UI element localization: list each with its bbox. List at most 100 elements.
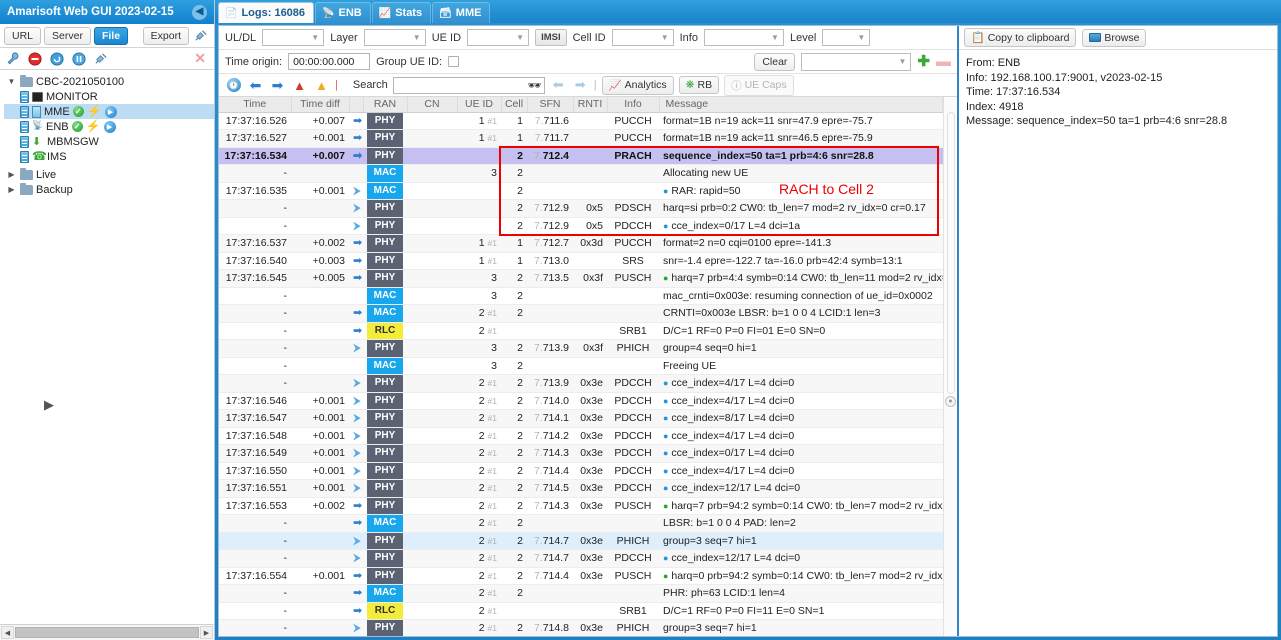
- arrow-right-icon[interactable]: ➡: [269, 77, 286, 94]
- expand-twisty-icon[interactable]: ▶: [6, 170, 17, 179]
- file-button[interactable]: File: [93, 26, 129, 45]
- error-triangle-icon[interactable]: ▲: [291, 77, 308, 94]
- url-button[interactable]: URL: [4, 26, 42, 45]
- binoculars-icon[interactable]: 🕶: [528, 79, 542, 92]
- scroll-right-arrow-icon[interactable]: ▶: [200, 626, 213, 639]
- time-origin-input[interactable]: 00:00:00.000: [288, 53, 371, 70]
- table-row[interactable]: 17:37:16.554 +0.001 ➡ PHY 2 #1 2 7.714.4 0x3e PU…: [219, 567, 943, 585]
- expand-twisty-icon[interactable]: ▼: [6, 77, 17, 86]
- col-ue-id[interactable]: UE ID: [457, 97, 502, 113]
- tree-node-mbmsgw[interactable]: MBMSGW: [4, 134, 214, 149]
- table-row[interactable]: 17:37:16.537 +0.002 ➡ PHY 1 #1 1 7.712.7 0x3d PU…: [219, 234, 943, 253]
- tab-stats[interactable]: 📈 Stats: [371, 2, 432, 23]
- tree-node-enb[interactable]: ENB ✓ ⚡ ▶: [4, 119, 214, 134]
- close-x-icon[interactable]: ✕: [194, 50, 210, 67]
- table-row[interactable]: - ➡ MAC 2 #1 2 PHR: ph=63 LCID:1 len=4: [219, 584, 943, 603]
- info-select[interactable]: ▼: [703, 29, 784, 46]
- table-row[interactable]: - MAC 3 2 Allocating new UE: [219, 164, 943, 183]
- layer-select[interactable]: ▼: [363, 29, 426, 46]
- arrow-left-icon[interactable]: ⬅: [247, 77, 264, 94]
- table-scroll-handle-icon[interactable]: ●: [945, 396, 956, 407]
- table-row[interactable]: 17:37:16.540 +0.003 ➡ PHY 1 #1 1 7.713.0 SRS snr…: [219, 252, 943, 270]
- tree-node-live[interactable]: ▶ Live: [4, 167, 214, 182]
- table-row[interactable]: 17:37:16.550 +0.001 ⮞ PHY 2 #1 2 7.714.4 0x3e PD…: [219, 462, 943, 480]
- table-row[interactable]: - ➡ RLC 2 #1 SRB1 D/C=1 RF=0 P=0 FI=01 E=0 SN…: [219, 322, 943, 340]
- table-row[interactable]: - ⮞ PHY 2 7.712.9 0x5 PDCCH ● cce_index=0/17 L=…: [219, 217, 943, 235]
- col-ran[interactable]: RAN: [363, 97, 408, 113]
- col-sfn[interactable]: SFN: [527, 97, 574, 113]
- table-row[interactable]: 17:37:16.526 +0.007 ➡ PHY 1 #1 1 7.711.6 PUCCH f…: [219, 112, 943, 130]
- table-row[interactable]: 17:37:16.551 +0.001 ⮞ PHY 2 #1 2 7.714.5 0x3e PD…: [219, 479, 943, 498]
- table-row[interactable]: 17:37:16.548 +0.001 ⮞ PHY 2 #1 2 7.714.2 0x3e PD…: [219, 427, 943, 445]
- rb-button[interactable]: ❋ RB: [678, 76, 720, 94]
- server-button[interactable]: Server: [44, 26, 91, 45]
- connector-icon[interactable]: [192, 27, 210, 45]
- preset-select[interactable]: ▼: [801, 52, 912, 71]
- export-button[interactable]: Export: [142, 26, 189, 45]
- tree-node-monitor[interactable]: MONITOR: [4, 89, 214, 104]
- table-row[interactable]: - ⮞ PHY 2 #1 2 7.714.7 0x3e PDCCH ● cce_index=12…: [219, 549, 943, 568]
- group-ueid-checkbox[interactable]: [448, 56, 460, 67]
- table-row[interactable]: - ➡ RLC 2 #1 SRB1 D/C=1 RF=0 P=0 FI=11 E=0 SN…: [219, 602, 943, 620]
- scroll-left-arrow-icon[interactable]: ◀: [1, 626, 14, 639]
- table-row[interactable]: 17:37:16.546 +0.001 ⮞ PHY 2 #1 2 7.714.0 0x3e PD…: [219, 392, 943, 410]
- col-time-diff[interactable]: Time diff: [291, 97, 350, 113]
- scroll-thumb[interactable]: [15, 627, 199, 638]
- cellid-select[interactable]: ▼: [611, 29, 674, 46]
- col-time[interactable]: Time: [219, 97, 292, 113]
- uldl-select[interactable]: ▼: [262, 29, 325, 46]
- tree-node-backup[interactable]: ▶ Backup: [4, 182, 214, 197]
- play-badge-icon[interactable]: ▶: [103, 120, 116, 133]
- table-row[interactable]: 17:37:16.553 +0.002 ➡ PHY 2 #1 2 7.714.3 0x3e PU…: [219, 497, 943, 515]
- col-info[interactable]: Info: [607, 97, 660, 113]
- minus-icon[interactable]: ▬: [936, 54, 951, 69]
- tree-node-mme[interactable]: MME ✓ ⚡ ▶: [4, 104, 214, 119]
- find-next-icon[interactable]: ➡: [572, 77, 589, 94]
- table-row[interactable]: 17:37:16.549 +0.001 ⮞ PHY 2 #1 2 7.714.3 0x3e PD…: [219, 444, 943, 463]
- pause-icon[interactable]: [70, 50, 88, 68]
- col-message[interactable]: Message: [659, 97, 943, 113]
- tree-node-cbc[interactable]: ▼ CBC-2021050100: [4, 74, 214, 89]
- col-cell[interactable]: Cell: [501, 97, 528, 113]
- table-row[interactable]: 17:37:16.534 +0.007 ➡ PHY 2 7.712.4 PRACH seque…: [219, 147, 943, 165]
- table-row[interactable]: - ➡ MAC 2 #1 2 LBSR: b=1 0 0 4 PAD: len=2: [219, 514, 943, 533]
- tab-enb[interactable]: 📡 ENB: [315, 2, 371, 23]
- tab-mme[interactable]: 🗃 MME: [432, 2, 491, 23]
- wrench-icon[interactable]: [4, 50, 22, 68]
- find-prev-icon[interactable]: ⬅: [550, 77, 567, 94]
- connector-icon[interactable]: [92, 50, 110, 68]
- table-row[interactable]: 17:37:16.547 +0.001 ⮞ PHY 2 #1 2 7.714.1 0x3e PD…: [219, 409, 943, 428]
- imsi-button[interactable]: IMSI: [535, 29, 567, 46]
- table-row[interactable]: 17:37:16.545 +0.005 ➡ PHY 3 2 7.713.5 0x3f PUSCH…: [219, 269, 943, 288]
- level-select[interactable]: ▼: [822, 29, 871, 46]
- table-row[interactable]: 17:37:16.527 +0.001 ➡ PHY 1 #1 1 7.711.7 PUCCH f…: [219, 129, 943, 148]
- stop-icon[interactable]: [26, 50, 44, 68]
- col-direction[interactable]: [349, 97, 364, 113]
- ue-caps-button[interactable]: ⓘ UE Caps: [724, 74, 794, 96]
- clock-icon[interactable]: 🕐: [225, 77, 242, 94]
- table-row[interactable]: - MAC 3 2 Freeing UE: [219, 357, 943, 375]
- search-input[interactable]: 🕶: [392, 76, 545, 94]
- left-panel-hscrollbar[interactable]: ◀ ▶: [0, 624, 214, 640]
- plus-icon[interactable]: ✚: [917, 54, 930, 69]
- clear-button[interactable]: Clear: [754, 52, 796, 71]
- table-vertical-scrollbar[interactable]: ●: [943, 97, 957, 636]
- table-row[interactable]: - ➡ MAC 2 #1 2 CRNTI=0x003e LBSR: b=1 0 0 4 L…: [219, 304, 943, 323]
- refresh-icon[interactable]: [48, 50, 66, 68]
- table-row[interactable]: - ⮞ PHY 2 7.712.9 0x5 PDSCH harq=si prb=0:2 CW0…: [219, 199, 943, 218]
- play-badge-icon[interactable]: ▶: [104, 105, 117, 118]
- col-rnti[interactable]: RNTI: [573, 97, 608, 113]
- table-row[interactable]: - ⮞ PHY 2 #1 2 7.713.9 0x3e PDCCH ● cce_index=4/…: [219, 374, 943, 393]
- ueid-select[interactable]: ▼: [467, 29, 530, 46]
- table-row[interactable]: - ⮞ PHY 3 2 7.713.9 0x3f PHICH group=4 seq=0 hi=…: [219, 339, 943, 358]
- table-row[interactable]: - ⮞ PHY 2 #1 2 7.714.7 0x3e PHICH group=3 seq=7 …: [219, 532, 943, 550]
- table-scroll-thumb[interactable]: [946, 112, 955, 394]
- table-row[interactable]: 17:37:16.535 +0.001 ⮞ MAC 2 ● RAR: rapid=50: [219, 182, 943, 200]
- col-cn[interactable]: CN: [407, 97, 458, 113]
- browse-button[interactable]: Browse: [1082, 28, 1147, 47]
- chevron-left-icon[interactable]: ◀: [192, 4, 207, 20]
- analytics-button[interactable]: 📈 Analytics: [601, 75, 674, 95]
- table-row[interactable]: - ⮞ PHY 2 #1 2 7.714.8 0x3e PHICH group=3 seq=7 …: [219, 619, 943, 636]
- expand-twisty-icon[interactable]: ▶: [6, 185, 17, 194]
- table-row[interactable]: - MAC 3 2 mac_crnti=0x003e: resuming connect…: [219, 287, 943, 305]
